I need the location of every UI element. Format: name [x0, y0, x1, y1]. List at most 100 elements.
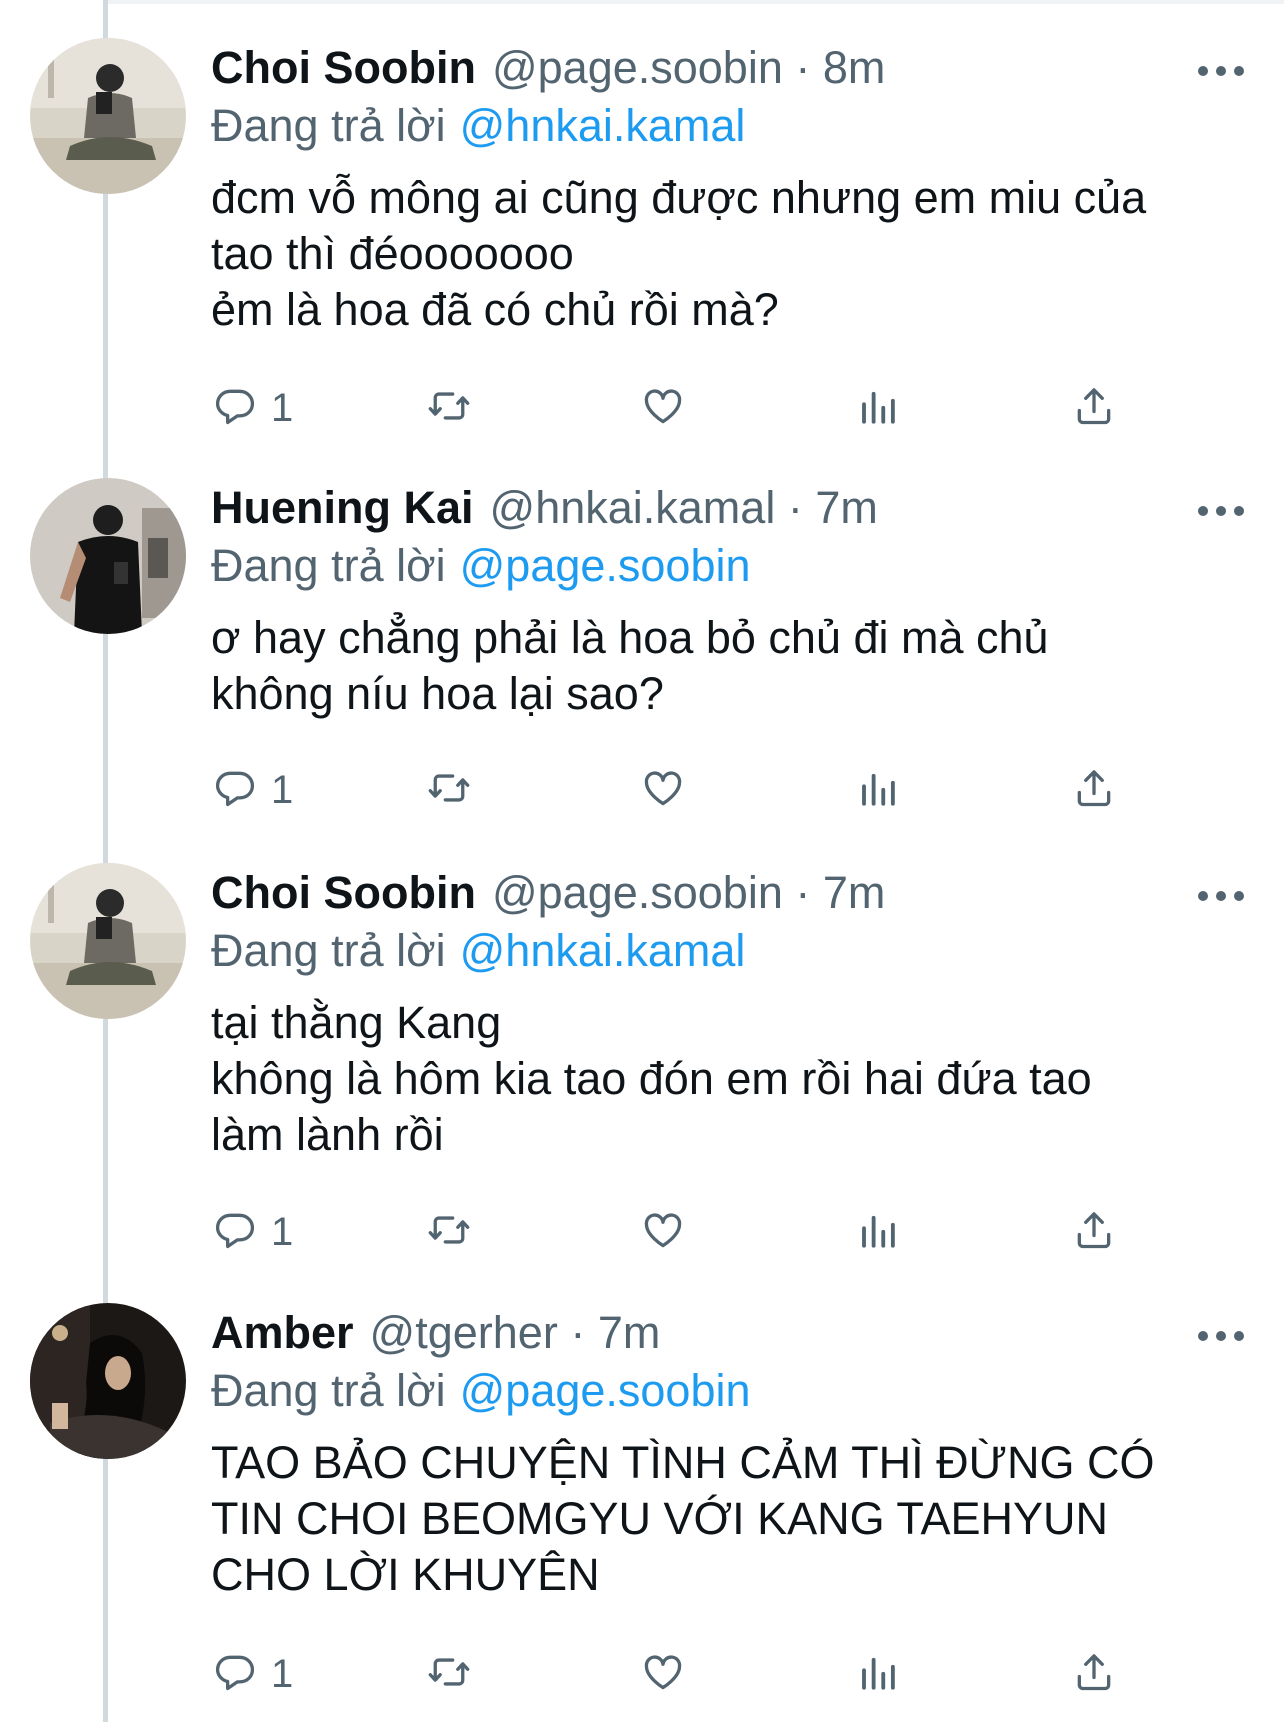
- mention-link[interactable]: @hnkai.kamal: [460, 925, 746, 976]
- share-button[interactable]: [1072, 1644, 1116, 1704]
- tweet-header: Choi Soobin @page.soobin · 7m: [211, 865, 885, 921]
- reply-button[interactable]: 1: [213, 760, 293, 820]
- heart-icon: [640, 1650, 686, 1699]
- tweet-text-line: ẻm là hoa đã có chủ rồi mà?: [211, 284, 779, 335]
- retweet-icon: [425, 1650, 473, 1699]
- retweet-icon: [425, 766, 473, 815]
- share-button[interactable]: [1072, 378, 1116, 438]
- retweet-button[interactable]: [425, 1644, 473, 1704]
- separator: ·: [782, 867, 823, 918]
- retweet-button[interactable]: [425, 760, 473, 820]
- tweet-text: TAO BẢO CHUYỆN TÌNH CẢM THÌ ĐỪNG CÓ TIN C…: [211, 1435, 1271, 1603]
- tweet-header: Huening Kai @hnkai.kamal · 7m: [211, 480, 878, 536]
- share-icon: [1072, 384, 1116, 433]
- tweet-text-line: không níu hoa lại sao?: [211, 668, 664, 719]
- like-button[interactable]: [640, 1202, 686, 1262]
- analytics-icon: [857, 384, 899, 433]
- display-name[interactable]: Huening Kai: [211, 482, 474, 533]
- reply-count: 1: [271, 385, 294, 430]
- like-button[interactable]: [640, 760, 686, 820]
- views-button[interactable]: [857, 1644, 899, 1704]
- heart-icon: [640, 384, 686, 433]
- handle[interactable]: @tgerher: [370, 1307, 558, 1358]
- reply-prefix: Đang trả lời: [211, 540, 446, 591]
- mention-link[interactable]: @hnkai.kamal: [460, 100, 746, 151]
- analytics-icon: [857, 1208, 899, 1257]
- handle[interactable]: @page.soobin: [492, 42, 783, 93]
- share-button[interactable]: [1072, 1202, 1116, 1262]
- analytics-icon: [857, 766, 899, 815]
- more-button[interactable]: [1192, 1321, 1250, 1351]
- timestamp[interactable]: 8m: [823, 42, 886, 93]
- like-button[interactable]: [640, 378, 686, 438]
- reply-button[interactable]: 1: [213, 1644, 293, 1704]
- timestamp[interactable]: 7m: [598, 1307, 661, 1358]
- tweet-text-line: ơ hay chẳng phải là hoa bỏ chủ đi mà chủ: [211, 612, 1049, 663]
- views-button[interactable]: [857, 378, 899, 438]
- display-name[interactable]: Choi Soobin: [211, 42, 476, 93]
- heart-icon: [640, 766, 686, 815]
- tweet-header: Choi Soobin @page.soobin · 8m: [211, 40, 885, 96]
- tweet-text: ơ hay chẳng phải là hoa bỏ chủ đi mà chủ…: [211, 610, 1271, 722]
- tweet-text-line: không là hôm kia tao đón em rồi hai đứa …: [211, 1053, 1092, 1104]
- more-dots-icon: [1192, 891, 1250, 915]
- retweet-icon: [425, 384, 473, 433]
- tweet-actions: 1: [0, 1202, 1284, 1262]
- views-button[interactable]: [857, 1202, 899, 1262]
- reply-count: 1: [271, 1651, 294, 1696]
- separator: ·: [782, 42, 823, 93]
- retweet-button[interactable]: [425, 378, 473, 438]
- replying-to: Đang trả lời @page.soobin: [211, 538, 751, 594]
- avatar[interactable]: [30, 38, 186, 194]
- handle[interactable]: @hnkai.kamal: [490, 482, 776, 533]
- tweet-actions: 1: [0, 378, 1284, 438]
- heart-icon: [640, 1208, 686, 1257]
- mention-link[interactable]: @page.soobin: [460, 1365, 751, 1416]
- reply-button[interactable]: 1: [213, 1202, 293, 1262]
- reply-count: 1: [271, 767, 294, 812]
- tweet-text-line: tại thằng Kang: [211, 997, 502, 1048]
- reply-bubble-icon: [213, 1650, 257, 1699]
- more-dots-icon: [1192, 1331, 1250, 1355]
- tweet-text-line: CHO LỜI KHUYÊN: [211, 1549, 600, 1600]
- share-button[interactable]: [1072, 760, 1116, 820]
- like-button[interactable]: [640, 1644, 686, 1704]
- views-button[interactable]: [857, 760, 899, 820]
- more-button[interactable]: [1192, 881, 1250, 911]
- avatar[interactable]: [30, 1303, 186, 1459]
- reply-prefix: Đang trả lời: [211, 1365, 446, 1416]
- more-dots-icon: [1192, 66, 1250, 90]
- tweet-text: tại thằng Kang không là hôm kia tao đón e…: [211, 995, 1271, 1163]
- avatar[interactable]: [30, 863, 186, 1019]
- timestamp[interactable]: 7m: [823, 867, 886, 918]
- more-dots-icon: [1192, 506, 1250, 530]
- display-name[interactable]: Amber: [211, 1307, 354, 1358]
- reply-prefix: Đang trả lời: [211, 100, 446, 151]
- reply-prefix: Đang trả lời: [211, 925, 446, 976]
- share-icon: [1072, 766, 1116, 815]
- tweet-actions: 1: [0, 1644, 1284, 1704]
- tweet-text-line: tao thì đéooooooo: [211, 228, 574, 279]
- analytics-icon: [857, 1650, 899, 1699]
- more-button[interactable]: [1192, 496, 1250, 526]
- retweet-button[interactable]: [425, 1202, 473, 1262]
- tweet-text-line: làm lành rồi: [211, 1109, 444, 1160]
- reply-bubble-icon: [213, 384, 257, 433]
- replying-to: Đang trả lời @hnkai.kamal: [211, 923, 745, 979]
- handle[interactable]: @page.soobin: [492, 867, 783, 918]
- more-button[interactable]: [1192, 56, 1250, 86]
- mention-link[interactable]: @page.soobin: [460, 540, 751, 591]
- thread-line: [103, 0, 108, 1722]
- replying-to: Đang trả lời @page.soobin: [211, 1363, 751, 1419]
- share-icon: [1072, 1650, 1116, 1699]
- reply-button[interactable]: 1: [213, 378, 293, 438]
- avatar[interactable]: [30, 478, 186, 634]
- timestamp[interactable]: 7m: [815, 482, 878, 533]
- separator: ·: [775, 482, 816, 533]
- tweet-header: Amber @tgerher · 7m: [211, 1305, 660, 1361]
- display-name[interactable]: Choi Soobin: [211, 867, 476, 918]
- tweet-actions: 1: [0, 760, 1284, 820]
- retweet-icon: [425, 1208, 473, 1257]
- tweet-text-line: TIN CHOI BEOMGYU VỚI KANG TAEHYUN: [211, 1493, 1109, 1544]
- tweet-text-line: TAO BẢO CHUYỆN TÌNH CẢM THÌ ĐỪNG CÓ: [211, 1437, 1155, 1488]
